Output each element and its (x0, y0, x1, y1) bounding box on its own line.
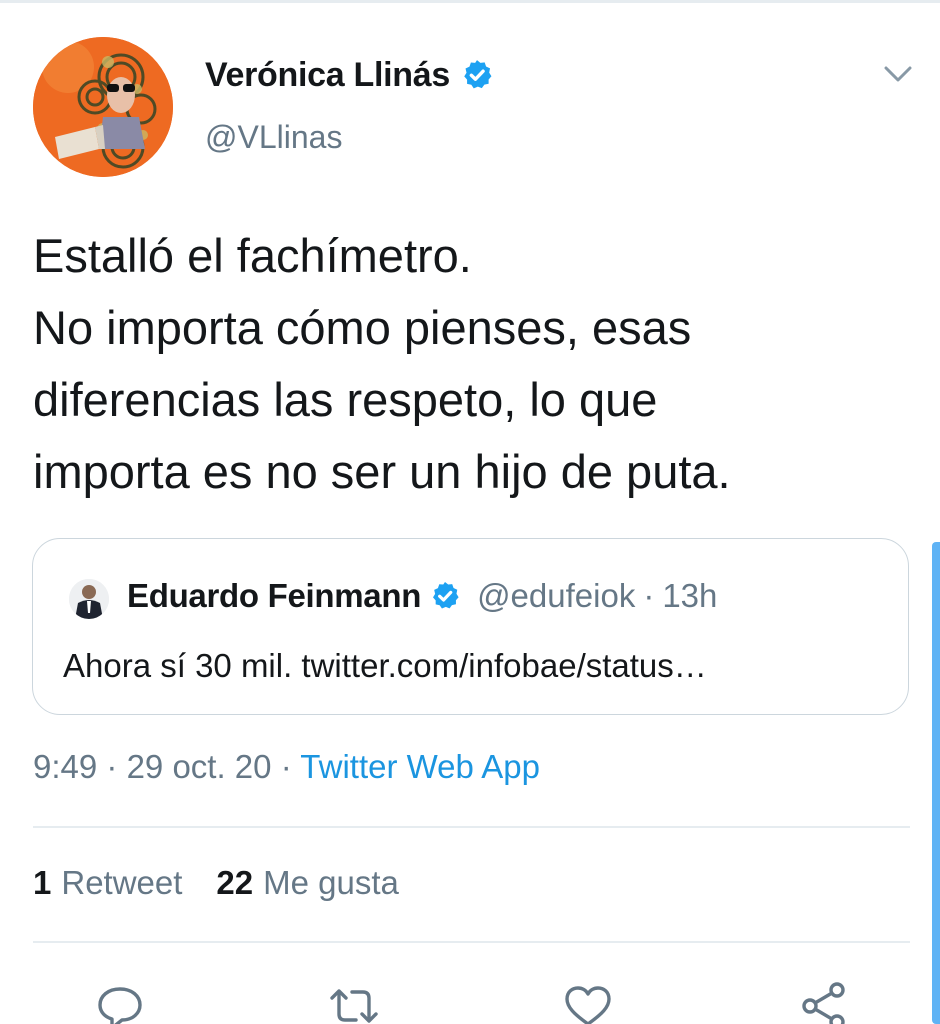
tweet-text-line: Estalló el fachímetro. (33, 229, 472, 282)
author-avatar[interactable] (33, 37, 173, 177)
quoted-tweet-text: Ahora sí 30 mil. twitter.com/infobae/sta… (63, 647, 707, 684)
likes-count: 22 (216, 864, 254, 901)
likes-label: Me gusta (263, 864, 399, 901)
top-divider (0, 0, 940, 3)
reply-icon (98, 987, 142, 1024)
separator-dot: · (280, 748, 292, 785)
divider (33, 826, 910, 828)
verified-badge-icon (464, 60, 492, 89)
quoted-tweet-card[interactable]: Eduardo Feinmann @edufeiok · 13h Ahora s… (32, 538, 909, 715)
scrollbar[interactable] (932, 542, 940, 1024)
tweet-text-line: No importa cómo pienses, esas (33, 301, 692, 354)
tweet-time: 9:49 (33, 748, 98, 785)
tweet-source-link[interactable]: Twitter Web App (300, 748, 540, 785)
likes-stat[interactable]: 22 Me gusta (216, 864, 398, 902)
retweet-icon (330, 989, 378, 1023)
engagement-stats: 1 Retweet 22 Me gusta (33, 864, 399, 902)
retweets-label: Retweet (61, 864, 183, 901)
quoted-author-handle[interactable]: @edufeiok (477, 577, 635, 615)
author-handle[interactable]: @VLlinas (205, 119, 342, 156)
retweets-count: 1 (33, 864, 52, 901)
quoted-tweet-age: 13h (662, 577, 718, 614)
separator-dot: · (106, 748, 118, 785)
tweet-text: Estalló el fachímetro. No importa cómo p… (33, 220, 913, 508)
chevron-down-icon[interactable] (880, 60, 916, 88)
retweet-button[interactable] (326, 978, 382, 1024)
share-button[interactable] (796, 978, 852, 1024)
like-button[interactable] (560, 978, 616, 1024)
tweet-meta: 9:49 · 29 oct. 20 · Twitter Web App (33, 748, 540, 786)
retweets-stat[interactable]: 1 Retweet (33, 864, 182, 902)
divider (33, 941, 910, 943)
quoted-author-avatar[interactable] (69, 579, 109, 619)
quoted-author-name[interactable]: Eduardo Feinmann (127, 577, 421, 615)
tweet-text-line: diferencias las respeto, lo que (33, 373, 658, 426)
tweet-text-line: importa es no ser un hijo de puta. (33, 445, 731, 498)
share-icon (802, 982, 845, 1024)
like-icon (565, 986, 611, 1024)
separator-dot: · (643, 577, 655, 614)
verified-badge-icon (433, 582, 459, 609)
author-name[interactable]: Verónica Llinás (205, 56, 450, 95)
reply-button[interactable] (92, 978, 148, 1024)
tweet-date: 29 oct. 20 (126, 748, 272, 785)
quoted-tweet-header: Eduardo Feinmann @edufeiok · 13h (127, 574, 717, 618)
author-name-row: Verónica Llinás (205, 54, 494, 96)
